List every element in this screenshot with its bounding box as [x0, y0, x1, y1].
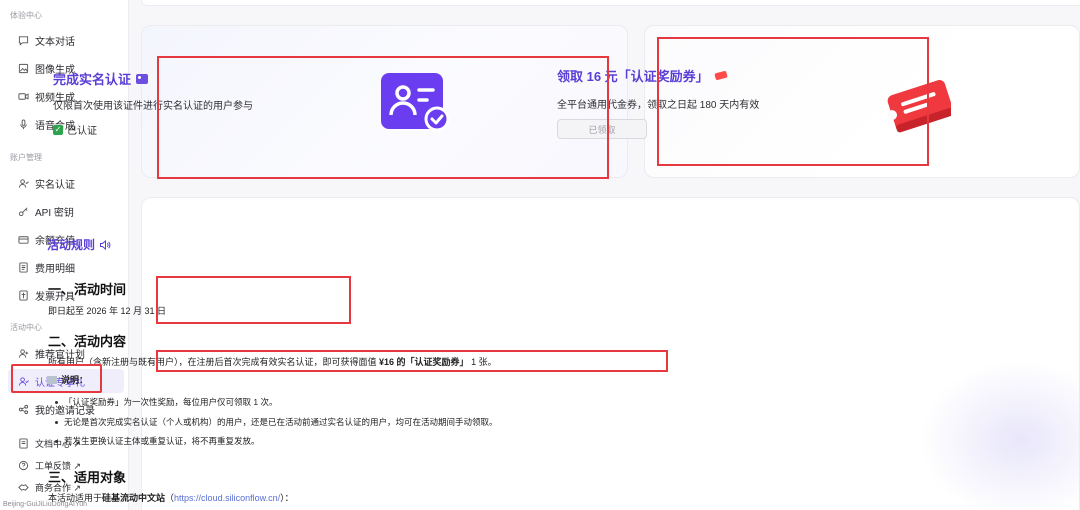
mic-icon — [18, 118, 29, 130]
rules-title-text: 活动规则 — [47, 238, 96, 252]
list-icon — [18, 261, 29, 273]
video-icon — [18, 91, 29, 102]
highlight-box-content — [156, 350, 668, 372]
site-link[interactable]: https://cloud.siliconflow.cn/ — [174, 493, 280, 503]
section-label-experience: 体验中心 — [10, 11, 42, 20]
invoice-icon — [18, 289, 29, 301]
bullet-icon — [55, 420, 58, 424]
highlight-box-sidebar — [11, 364, 102, 393]
key-icon — [18, 206, 29, 217]
target-text: 本活动适用于硅基流动中文站（https://cloud.siliconflow.… — [48, 491, 294, 504]
list-item-text: 「认证奖励券」为一次性奖励，每位用户仅可领取 1 次。 — [64, 397, 278, 407]
doc-icon — [18, 437, 29, 449]
list-item: 「认证奖励券」为一次性奖励，每位用户仅可领取 1 次。 — [55, 396, 277, 408]
bullet-icon — [55, 439, 58, 443]
target-open-paren: （ — [165, 493, 175, 503]
highlight-box-voucher — [657, 37, 929, 166]
share-icon — [18, 404, 29, 415]
sidebar-item-text-chat[interactable]: 文本对话 — [8, 28, 124, 52]
background-glow — [920, 360, 1080, 510]
check-icon: ✓ — [53, 124, 63, 135]
handshake-icon — [18, 482, 29, 493]
verify-title-text: 完成实名认证 — [53, 72, 132, 87]
list-item: 无论是首次完成实名认证（个人或机构）的用户，还是已在活动前通过实名认证的用户，均… — [55, 416, 498, 428]
image-icon — [18, 63, 29, 74]
sidebar-item-billing[interactable]: 费用明细 — [8, 255, 124, 279]
sidebar-item-api-key[interactable]: API 密钥 — [8, 199, 124, 223]
target-heading: 三、适用对象 — [48, 470, 127, 485]
highlight-box-verify — [157, 56, 609, 179]
list-item: 若发生更换认证主体或重复认证，将不再重复发放。 — [55, 435, 260, 447]
rules-title: 活动规则 — [47, 236, 111, 253]
sidebar-item-label: API 密钥 — [35, 207, 74, 219]
bullet-icon — [55, 400, 58, 404]
highlight-box-time — [156, 276, 351, 324]
help-icon — [18, 460, 29, 471]
user-plus-icon — [18, 348, 29, 359]
verify-card-title: 完成实名认证 — [53, 69, 149, 88]
verify-status: ✓ 已认证 — [53, 122, 97, 137]
list-item-text: 无论是首次完成实名认证（个人或机构）的用户，还是已在活动前通过实名认证的用户，均… — [64, 417, 498, 427]
sidebar-item-label: 文本对话 — [35, 36, 75, 48]
target-site-name: 硅基流动中文站 — [102, 493, 166, 503]
id-card-icon — [136, 73, 149, 84]
content-heading: 二、活动内容 — [48, 334, 127, 349]
target-close-paren: ）： — [280, 493, 294, 503]
list-item-text: 若发生更换认证主体或重复认证，将不再重复发放。 — [64, 436, 260, 446]
wallet-icon — [18, 234, 29, 245]
verify-status-text: 已认证 — [67, 126, 97, 137]
time-heading: 一、活动时间 — [48, 282, 127, 297]
chat-icon — [18, 35, 29, 46]
sidebar-item-verify[interactable]: 实名认证 — [8, 171, 124, 195]
section-label-account: 账户管理 — [10, 153, 42, 162]
sidebar-item-label: 实名认证 — [35, 179, 75, 191]
top-panel — [141, 0, 1080, 6]
speaker-icon — [100, 239, 111, 250]
user-check-icon — [18, 178, 29, 189]
target-prefix: 本活动适用于 — [48, 493, 103, 503]
time-text: 即日起至 2026 年 12 月 31 日 — [48, 306, 167, 316]
sidebar-item-label: 费用明细 — [35, 263, 75, 275]
section-label-activity: 活动中心 — [10, 323, 42, 332]
